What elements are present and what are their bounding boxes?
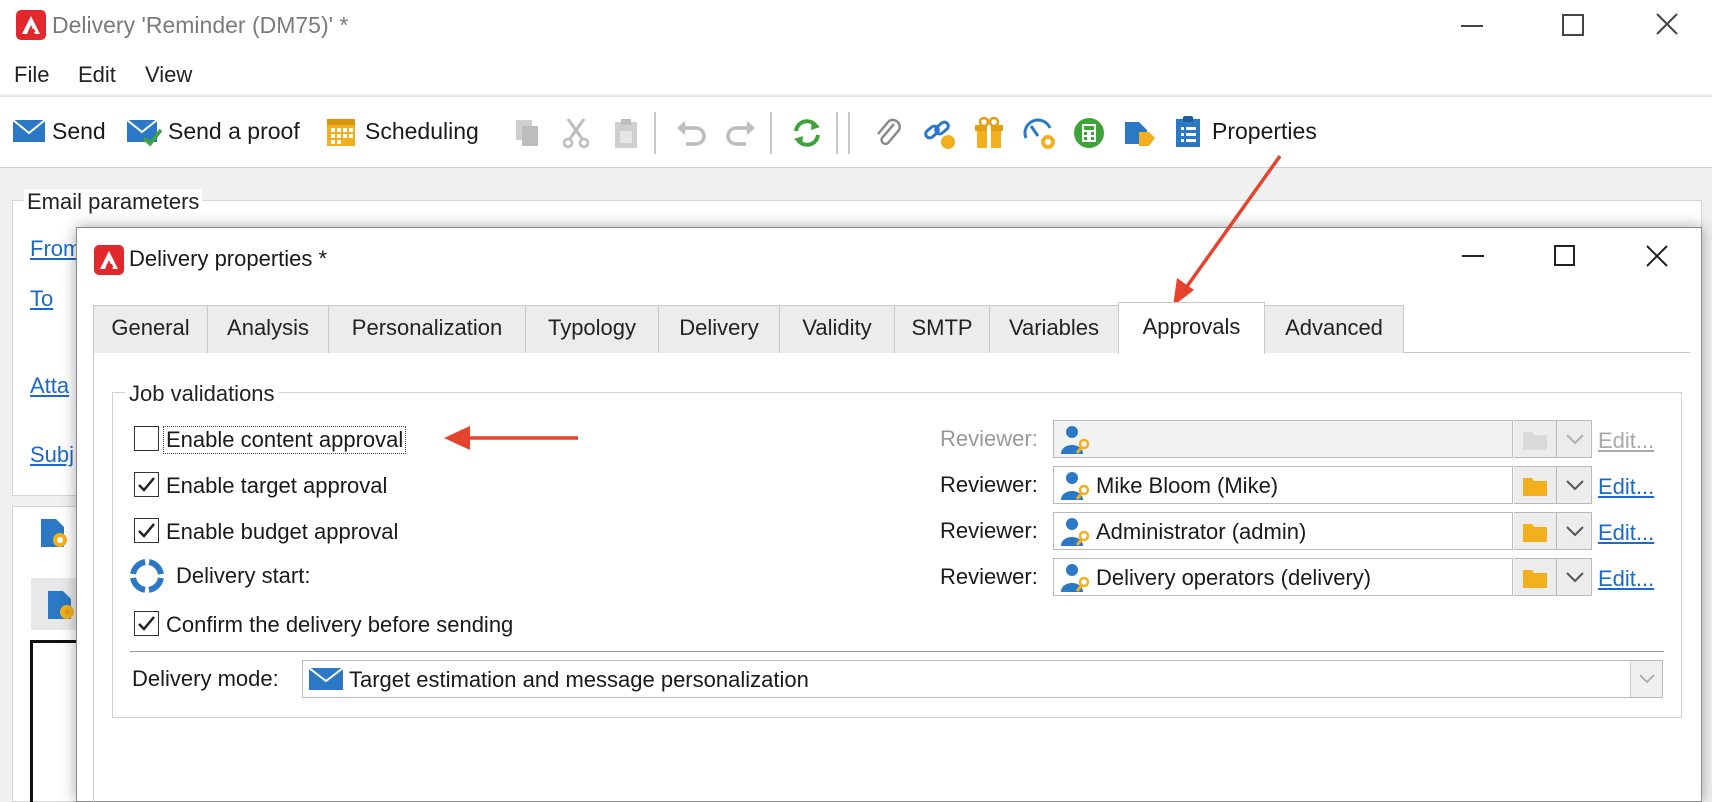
- annotation-arrow-properties: [1173, 154, 1282, 306]
- annotation-arrows: [444, 154, 1282, 450]
- annotation-arrow-content-approval: [444, 426, 578, 450]
- tab-approvals[interactable]: Approvals: [1118, 302, 1265, 354]
